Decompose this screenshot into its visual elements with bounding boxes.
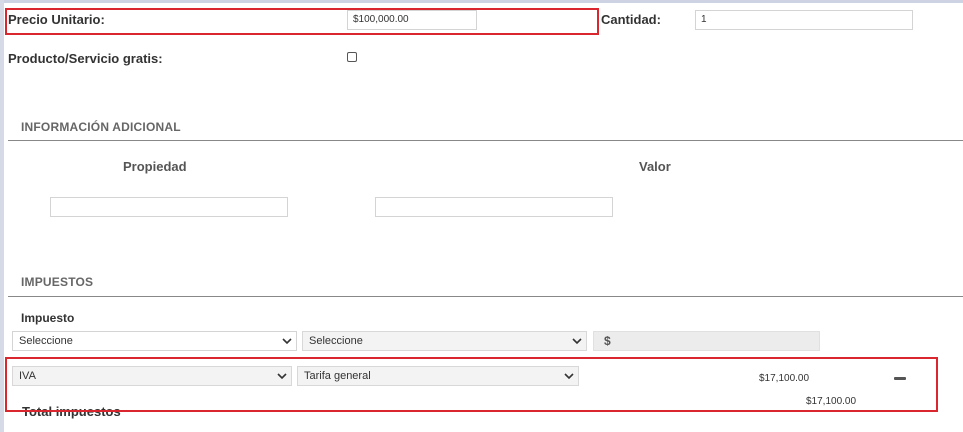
chevron-down-icon	[282, 338, 292, 345]
info-adicional-divider	[8, 140, 963, 141]
currency-symbol: $	[604, 334, 611, 348]
valor-column-header: Valor	[639, 159, 671, 174]
info-adicional-title: INFORMACIÓN ADICIONAL	[21, 120, 181, 134]
tax-type-select-value: Seleccione	[19, 335, 73, 347]
top-border	[0, 0, 963, 3]
cantidad-label: Cantidad:	[601, 12, 661, 27]
precio-unitario-highlight	[5, 8, 599, 35]
producto-gratis-label: Producto/Servicio gratis:	[8, 51, 163, 66]
impuestos-title: IMPUESTOS	[21, 275, 94, 289]
valor-input[interactable]	[375, 197, 613, 217]
left-border	[0, 0, 4, 432]
tax-type-select[interactable]: Seleccione	[12, 331, 297, 351]
chevron-down-icon	[572, 338, 582, 345]
tax-amount-input[interactable]: $	[593, 331, 820, 351]
producto-gratis-checkbox[interactable]	[347, 52, 357, 62]
iva-row-highlight	[5, 357, 938, 412]
propiedad-input[interactable]	[50, 197, 288, 217]
tax-rate-select[interactable]: Seleccione	[302, 331, 587, 351]
impuestos-divider	[8, 296, 963, 297]
impuesto-label: Impuesto	[21, 311, 75, 325]
tax-rate-select-value: Seleccione	[309, 335, 363, 347]
cantidad-input[interactable]: 1	[695, 10, 913, 30]
propiedad-column-header: Propiedad	[123, 159, 187, 174]
